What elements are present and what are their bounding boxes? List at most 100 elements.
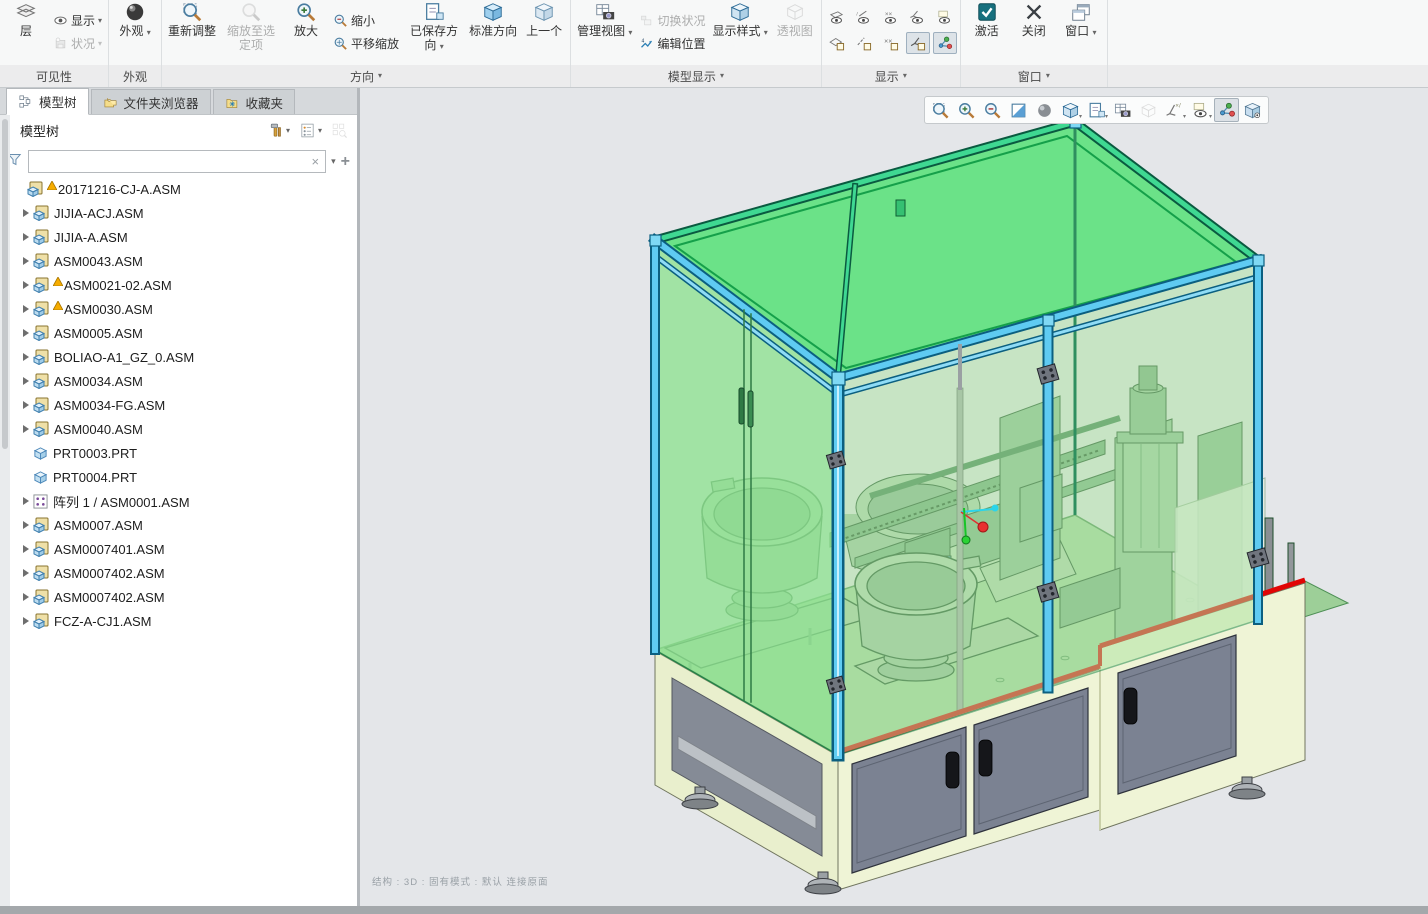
model-tree-node[interactable]: ASM0040.ASM — [12, 417, 355, 441]
plane-tag-display-toggle[interactable] — [825, 32, 849, 54]
model-tree-node[interactable]: ASM0007.ASM — [12, 513, 355, 537]
model-tree-node[interactable]: 20171216-CJ-A.ASM — [12, 177, 355, 201]
expand-icon[interactable] — [18, 425, 33, 433]
clear-filter-icon[interactable]: × — [310, 154, 322, 169]
expand-icon[interactable] — [18, 569, 33, 577]
expand-icon[interactable] — [18, 377, 33, 385]
eye-icon — [53, 13, 68, 28]
tree-columns-button[interactable] — [331, 122, 348, 139]
model-tree-node[interactable]: JIJIA-A.ASM — [12, 225, 355, 249]
expand-icon[interactable] — [18, 521, 33, 529]
viewport-perspective-button[interactable] — [1136, 98, 1161, 122]
expand-icon[interactable] — [18, 257, 33, 265]
tree-tools-button[interactable]: ▾ — [267, 122, 290, 139]
model-tree-node[interactable]: ASM0034.ASM — [12, 369, 355, 393]
saved-orientations-button[interactable]: 已保存方向 ▾ — [403, 0, 465, 64]
graphics-area[interactable]: ▾▾×/▾▾ — [360, 88, 1428, 906]
close-window-button[interactable]: 关闭 — [1011, 0, 1057, 64]
add-filter-icon[interactable]: + — [341, 153, 350, 171]
layers-button[interactable]: 层 — [3, 0, 49, 64]
viewport-annotation-display-button[interactable]: ▾ — [1188, 98, 1213, 122]
model-tree-node[interactable]: ASM0007402.ASM — [12, 561, 355, 585]
model-tree-node[interactable]: ASM0007401.ASM — [12, 537, 355, 561]
model-tree-node[interactable]: ASM0005.ASM — [12, 321, 355, 345]
navigator-tab-folder-browser[interactable]: 文件夹浏览器 — [91, 89, 211, 114]
model-tree-node[interactable]: ASM0030.ASM — [12, 297, 355, 321]
manage-views-button[interactable]: 管理视图 ▾ — [574, 0, 635, 64]
expand-icon[interactable] — [18, 593, 33, 601]
annotation-display-toggle[interactable] — [933, 6, 957, 28]
csys-tag-display-toggle[interactable] — [906, 32, 930, 54]
model-tree-node[interactable]: ASM0007402.ASM — [12, 585, 355, 609]
spin-center-display-toggle[interactable] — [933, 32, 957, 54]
pan-zoom-button[interactable]: 平移缩放 — [330, 34, 402, 54]
zoom-out-button[interactable]: 缩小 — [330, 11, 402, 31]
expand-icon[interactable] — [18, 281, 33, 289]
assembly-icon — [33, 613, 49, 629]
expand-icon[interactable] — [18, 401, 33, 409]
windows-button[interactable]: 窗口 ▾ — [1058, 0, 1104, 64]
viewport-saved-orientations-button[interactable]: ▾ — [1084, 98, 1109, 122]
model-tree-node[interactable]: 阵列 1 / ASM0001.ASM — [12, 489, 355, 513]
activate-button[interactable]: 激活 — [964, 0, 1010, 64]
filter-dropdown-icon[interactable]: ▾ — [331, 157, 336, 166]
navigator-tab-favorites[interactable]: ✳收藏夹 — [213, 89, 296, 114]
appearance-sphere-button[interactable]: 外观 ▾ — [112, 0, 158, 64]
datum-csys-display-toggle[interactable] — [906, 6, 930, 28]
viewport-component-display-button[interactable] — [1240, 98, 1265, 122]
model-tree-node[interactable]: ASM0034-FG.ASM — [12, 393, 355, 417]
refit-button[interactable]: 重新调整 — [165, 0, 219, 64]
viewport-shade-button[interactable] — [1032, 98, 1057, 122]
model-tree-node[interactable]: PRT0003.PRT — [12, 441, 355, 465]
model-tree-tab-icon — [18, 94, 33, 109]
viewport-spin-center-button[interactable] — [1214, 98, 1239, 122]
standard-orientation-button[interactable]: 标准方向 — [466, 0, 520, 64]
eye-button[interactable]: 显示▾ — [50, 11, 105, 31]
perspective-button[interactable]: 透视图 — [772, 0, 818, 64]
viewport-zoom-in-button[interactable] — [954, 98, 979, 122]
model-tree-node[interactable]: FCZ-A-CJ1.ASM — [12, 609, 355, 633]
point-tag-display-toggle[interactable]: ×× — [879, 32, 903, 54]
tree-settings-button[interactable]: ▾ — [299, 122, 322, 139]
toggle-status-button[interactable]: 切换状况 — [636, 11, 708, 31]
expand-icon[interactable] — [18, 545, 33, 553]
ribbon-group-label[interactable]: 窗口▾ — [961, 65, 1107, 87]
datum-axis-display-toggle[interactable]: / — [852, 6, 876, 28]
expand-icon[interactable] — [18, 305, 33, 313]
tree-filter-text[interactable] — [33, 155, 310, 169]
display-style-button[interactable]: 显示样式 ▾ — [709, 0, 770, 64]
model-tree-node[interactable]: BOLIAO-A1_GZ_0.ASM — [12, 345, 355, 369]
spin-center-icon — [1217, 101, 1236, 120]
machine-3d-model[interactable] — [360, 88, 1428, 906]
viewport-repaint-button[interactable] — [1006, 98, 1031, 122]
expand-icon[interactable] — [18, 497, 33, 505]
ribbon-group-label[interactable]: 方向▾ — [162, 65, 570, 87]
datum-point-display-toggle[interactable]: ×× — [879, 6, 903, 28]
ribbon-group-label[interactable]: 模型显示▾ — [571, 65, 821, 87]
viewport-refit-button[interactable] — [928, 98, 953, 122]
expand-icon[interactable] — [18, 233, 33, 241]
tree-filter-input[interactable]: × — [28, 150, 326, 173]
datum-plane-display-toggle[interactable] — [825, 6, 849, 28]
status-save-button[interactable]: 状况▾ — [50, 34, 105, 54]
ribbon-group-label[interactable]: 显示▾ — [822, 65, 960, 87]
edit-position-button[interactable]: 4编辑位置 — [636, 34, 708, 54]
zoom-to-selected-button[interactable]: 缩放至选定项 — [220, 0, 282, 64]
navigator-tab-model-tree[interactable]: 模型树 — [6, 88, 89, 115]
model-tree-node[interactable]: JIJIA-ACJ.ASM — [12, 201, 355, 225]
zoom-in-button[interactable]: 放大 — [283, 0, 329, 64]
model-tree-node[interactable]: ASM0043.ASM — [12, 249, 355, 273]
model-tree-node[interactable]: PRT0004.PRT — [12, 465, 355, 489]
expand-icon[interactable] — [18, 209, 33, 217]
viewport-datum-display-filters-button[interactable]: ×/▾ — [1162, 98, 1187, 122]
axis-tag-display-toggle[interactable] — [852, 32, 876, 54]
viewport-display-style-button[interactable]: ▾ — [1058, 98, 1083, 122]
model-tree-node[interactable]: ASM0021-02.ASM — [12, 273, 355, 297]
tree-scrollbar[interactable] — [0, 115, 10, 906]
viewport-zoom-out-button[interactable] — [980, 98, 1005, 122]
viewport-view-manager-button[interactable] — [1110, 98, 1135, 122]
previous-view-button[interactable]: 上一个 — [521, 0, 567, 64]
expand-icon[interactable] — [18, 617, 33, 625]
expand-icon[interactable] — [18, 329, 33, 337]
expand-icon[interactable] — [18, 353, 33, 361]
